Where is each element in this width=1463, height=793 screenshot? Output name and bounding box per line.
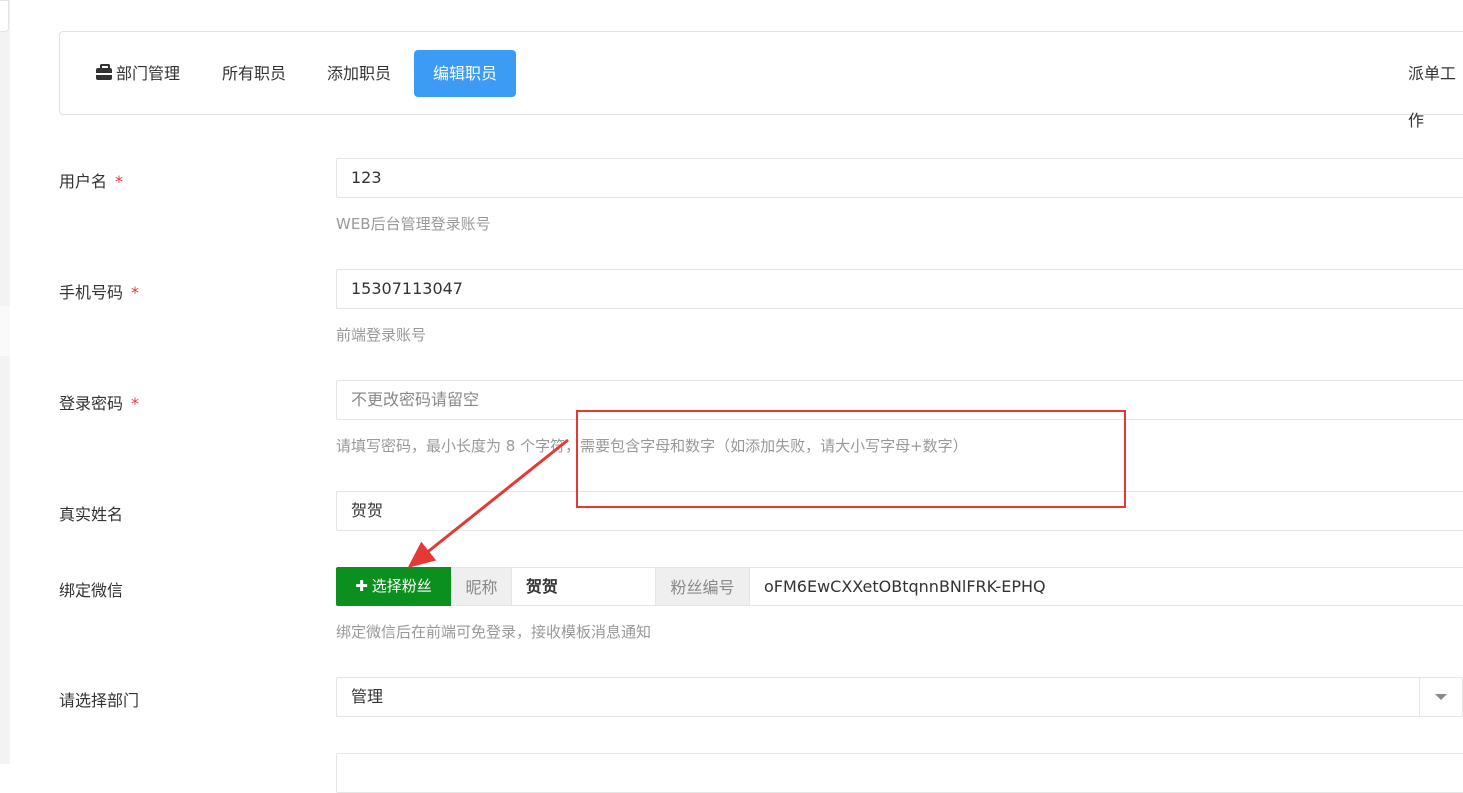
button-label: 选择粉丝 <box>371 577 432 595</box>
phone-help: 前端登录账号 <box>336 326 427 344</box>
username-help: WEB后台管理登录账号 <box>336 215 491 233</box>
nickname-input[interactable]: 贺贺 <box>511 567 656 606</box>
tab-label: 部门管理 <box>116 64 181 83</box>
username-input[interactable]: 123 <box>336 158 1463 198</box>
tab-all-staff[interactable]: 所有职员 <box>204 50 304 97</box>
username-label: 用户名 * <box>59 168 123 192</box>
password-label: 登录密码 * <box>59 390 139 414</box>
input-value: 贺贺 <box>351 501 384 520</box>
tab-dispatch-work[interactable]: 派单工作 <box>1390 50 1463 130</box>
department-select[interactable]: 管理 <box>336 677 1463 717</box>
department-label: 请选择部门 <box>59 687 139 711</box>
annotation-box <box>576 410 1126 508</box>
tab-edit-staff[interactable]: 编辑职员 <box>414 50 516 97</box>
wechat-bind-group: ✚ 选择粉丝 昵称 贺贺 粉丝编号 oFM6EwCXXetOBtqnnBNlFRK… <box>336 567 1463 607</box>
label-text: 手机号码 <box>59 283 124 302</box>
phone-label: 手机号码 * <box>59 279 139 303</box>
tab-label: 编辑职员 <box>432 64 497 83</box>
required-mark: * <box>131 283 140 302</box>
fan-id-input[interactable]: oFM6EwCXXetOBtqnnBNlFRK-EPHQ <box>749 567 1463 606</box>
tab-bar: 部门管理 所有职员 添加职员 编辑职员 派单工作 <box>59 31 1463 130</box>
tab-label: 添加职员 <box>327 64 392 83</box>
wechat-label: 绑定微信 <box>59 577 123 601</box>
select-value: 管理 <box>351 687 384 706</box>
input-value: oFM6EwCXXetOBtqnnBNlFRK-EPHQ <box>764 577 1046 596</box>
input-value: 15307113047 <box>351 279 463 298</box>
tab-label: 派单工作 <box>1408 64 1457 130</box>
label-text: 绑定微信 <box>59 581 124 600</box>
phone-input[interactable]: 15307113047 <box>336 269 1463 309</box>
select-fan-button[interactable]: ✚ 选择粉丝 <box>336 567 451 606</box>
caret-down-icon[interactable] <box>1419 678 1462 716</box>
input-value: 123 <box>351 168 382 187</box>
label-text: 登录密码 <box>59 394 124 413</box>
label-text: 请选择部门 <box>59 691 140 710</box>
fan-id-addon: 粉丝编号 <box>655 567 750 606</box>
sidebar-panel <box>0 306 10 356</box>
label-text: 用户名 <box>59 172 108 191</box>
left-sidebar-edge <box>0 0 10 764</box>
required-mark: * <box>115 172 124 191</box>
input-placeholder: 不更改密码请留空 <box>351 390 480 409</box>
label-text: 真实姓名 <box>59 505 124 524</box>
tab-label: 所有职员 <box>222 64 287 83</box>
nickname-addon: 昵称 <box>451 567 512 606</box>
plus-icon: ✚ <box>355 577 368 595</box>
next-field-input[interactable] <box>336 753 1463 793</box>
sidebar-toggle[interactable] <box>0 0 9 32</box>
realname-label: 真实姓名 <box>59 501 123 525</box>
tab-add-staff[interactable]: 添加职员 <box>309 50 409 97</box>
required-mark: * <box>131 394 140 413</box>
input-value: 贺贺 <box>526 577 559 596</box>
wechat-help: 绑定微信后在前端可免登录，接收模板消息通知 <box>336 623 652 641</box>
tab-department-management[interactable]: 部门管理 <box>78 50 198 97</box>
briefcase-icon <box>96 63 112 80</box>
